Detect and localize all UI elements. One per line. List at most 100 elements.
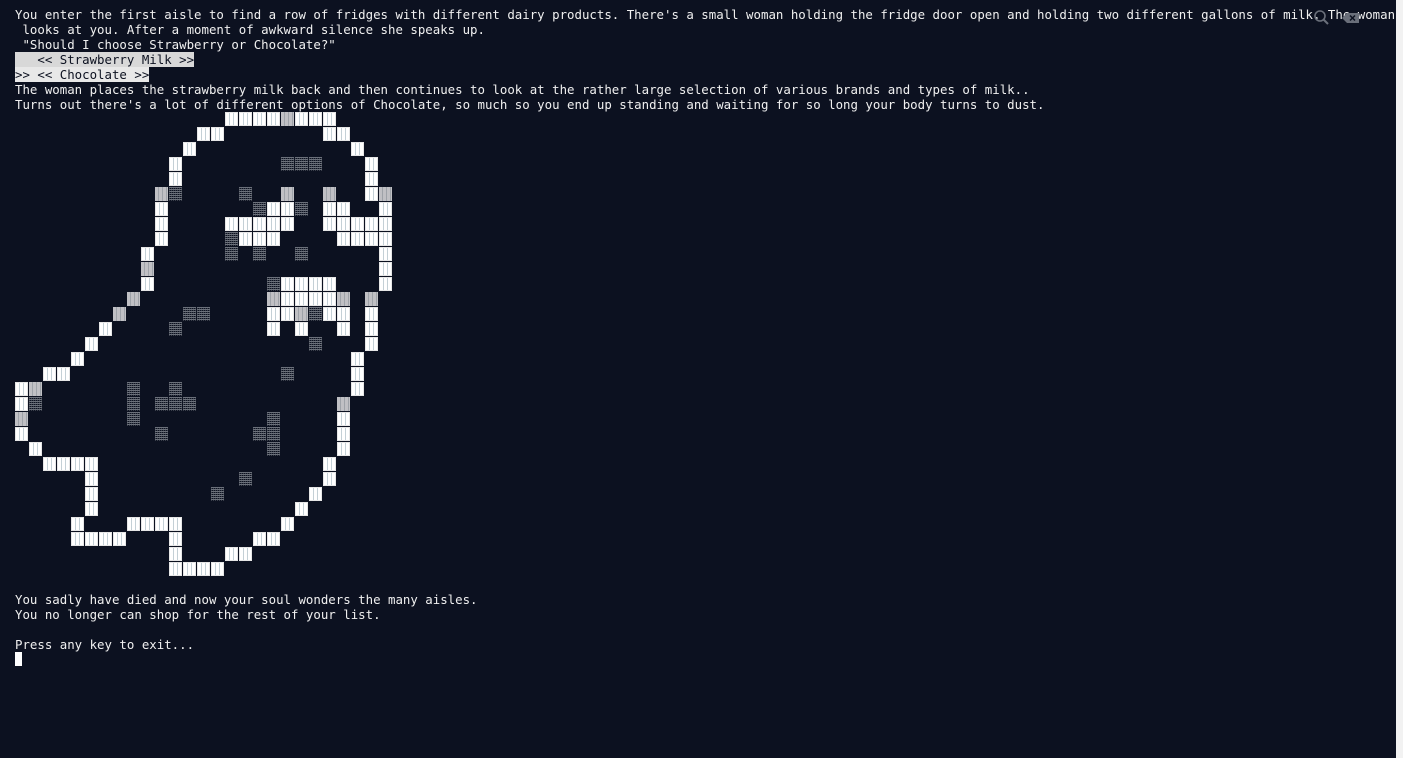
art-block xyxy=(155,427,168,441)
art-block xyxy=(281,202,294,216)
art-block xyxy=(141,247,154,261)
art-block xyxy=(169,547,182,561)
art-block xyxy=(85,337,98,351)
art-block xyxy=(281,277,294,291)
art-block xyxy=(169,532,182,546)
art-block xyxy=(379,247,392,261)
art-block xyxy=(155,217,168,231)
art-block xyxy=(183,562,196,576)
art-block xyxy=(57,367,70,381)
art-block xyxy=(253,232,266,246)
art-block xyxy=(365,292,378,306)
story-line: You enter the first aisle to find a row … xyxy=(15,7,1403,22)
art-block xyxy=(225,217,238,231)
close-icon[interactable] xyxy=(1341,9,1361,27)
art-block xyxy=(267,412,280,426)
art-block xyxy=(337,292,350,306)
art-block xyxy=(267,532,280,546)
art-block xyxy=(211,127,224,141)
art-block xyxy=(281,157,294,171)
art-block xyxy=(365,337,378,351)
art-block xyxy=(309,337,322,351)
art-block xyxy=(281,187,294,201)
art-block xyxy=(337,397,350,411)
art-block xyxy=(295,322,308,336)
art-block xyxy=(351,367,364,381)
art-block xyxy=(127,397,140,411)
art-block xyxy=(225,547,238,561)
art-block xyxy=(211,562,224,576)
art-block xyxy=(183,142,196,156)
art-block xyxy=(309,112,322,126)
art-block xyxy=(309,487,322,501)
art-block xyxy=(379,217,392,231)
art-block xyxy=(309,157,322,171)
art-block xyxy=(337,127,350,141)
art-block xyxy=(365,322,378,336)
art-block xyxy=(57,457,70,471)
art-block xyxy=(323,472,336,486)
art-block xyxy=(29,382,42,396)
art-block xyxy=(253,202,266,216)
art-block xyxy=(155,517,168,531)
art-block xyxy=(309,292,322,306)
art-block xyxy=(281,367,294,381)
art-block xyxy=(155,232,168,246)
scrollbar[interactable] xyxy=(1396,0,1403,758)
art-block xyxy=(239,472,252,486)
art-block xyxy=(323,127,336,141)
art-block xyxy=(323,187,336,201)
art-block xyxy=(141,262,154,276)
search-icon[interactable] xyxy=(1312,9,1332,27)
art-block xyxy=(169,517,182,531)
art-block xyxy=(253,427,266,441)
art-block xyxy=(85,502,98,516)
art-block xyxy=(323,292,336,306)
art-block xyxy=(337,412,350,426)
art-block xyxy=(267,277,280,291)
art-block xyxy=(141,277,154,291)
art-block xyxy=(169,382,182,396)
art-block xyxy=(169,562,182,576)
art-block xyxy=(379,202,392,216)
art-block xyxy=(337,322,350,336)
art-block xyxy=(239,187,252,201)
art-block xyxy=(309,307,322,321)
art-block xyxy=(99,532,112,546)
art-block xyxy=(281,217,294,231)
art-block xyxy=(113,307,126,321)
art-block xyxy=(267,217,280,231)
art-block xyxy=(323,217,336,231)
art-block xyxy=(169,157,182,171)
art-block xyxy=(267,292,280,306)
art-block xyxy=(127,292,140,306)
art-block xyxy=(295,247,308,261)
art-block xyxy=(225,232,238,246)
art-block xyxy=(239,547,252,561)
terminal-window[interactable]: You enter the first aisle to find a row … xyxy=(0,0,1403,758)
art-block xyxy=(267,322,280,336)
art-block xyxy=(183,307,196,321)
story-line: Turns out there's a lot of different opt… xyxy=(15,97,1045,112)
art-block xyxy=(43,457,56,471)
art-block xyxy=(15,397,28,411)
question-line: "Should I choose Strawberry or Chocolate… xyxy=(15,37,336,52)
menu-option-strawberry[interactable]: << Strawberry Milk >> xyxy=(15,52,195,67)
death-line: You sadly have died and now your soul wo… xyxy=(15,592,478,607)
art-block xyxy=(309,277,322,291)
art-block xyxy=(127,382,140,396)
art-block xyxy=(71,457,84,471)
art-block xyxy=(267,307,280,321)
menu-option-chocolate[interactable]: >> << Chocolate >> xyxy=(15,67,150,82)
art-block xyxy=(225,247,238,261)
art-block xyxy=(267,202,280,216)
art-block xyxy=(71,352,84,366)
art-block xyxy=(169,172,182,186)
art-block xyxy=(127,517,140,531)
art-block xyxy=(351,232,364,246)
art-block xyxy=(295,112,308,126)
art-block xyxy=(295,157,308,171)
exit-prompt: Press any key to exit... xyxy=(15,637,195,652)
art-block xyxy=(253,532,266,546)
art-block xyxy=(71,517,84,531)
